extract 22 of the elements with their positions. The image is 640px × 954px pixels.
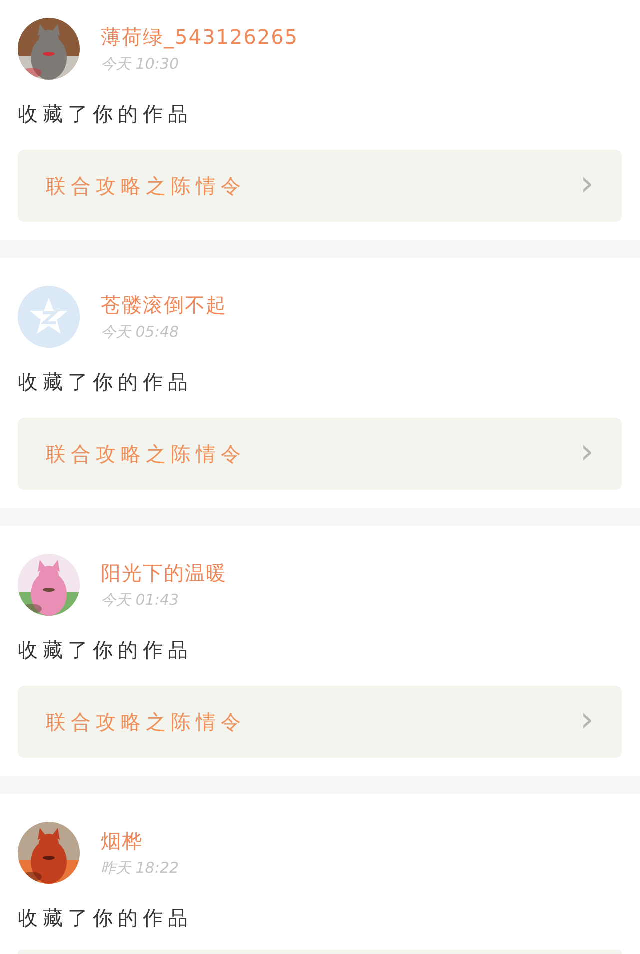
chevron-right-icon: ›	[580, 435, 594, 473]
chevron-right-icon: ›	[580, 167, 594, 205]
user-name[interactable]: 薄荷绿_543126265	[101, 23, 299, 51]
timestamp: 昨天 18:22	[101, 858, 179, 879]
work-link-card[interactable]: 联合攻略之陈情令 ›	[18, 150, 622, 222]
activity-text: 收藏了你的作品	[18, 102, 193, 126]
timestamp: 今天 01:43	[101, 590, 180, 611]
activity-text: 收藏了你的作品	[18, 370, 193, 394]
user-name[interactable]: 苍髅滚倒不起	[101, 291, 227, 319]
work-title: 联合攻略之陈情令	[46, 173, 246, 200]
work-link-card[interactable]: 联合攻略之陈情令 ›	[18, 418, 622, 490]
timestamp: 今天 10:30	[101, 54, 180, 75]
work-title: 联合攻略之陈情令	[46, 709, 246, 736]
work-link-card[interactable]: 联合攻略之陈情令 ›	[18, 686, 622, 758]
user-name[interactable]: 阳光下的温暖	[101, 559, 227, 587]
chevron-right-icon: ›	[580, 703, 594, 741]
activity-text: 收藏了你的作品	[18, 638, 193, 662]
activity-text: 收藏了你的作品	[18, 906, 193, 930]
user-name[interactable]: 烟桦	[101, 827, 179, 855]
work-title: 联合攻略之陈情令	[46, 441, 246, 468]
avatar-icon	[18, 286, 80, 348]
timestamp: 今天 05:48	[101, 322, 180, 343]
